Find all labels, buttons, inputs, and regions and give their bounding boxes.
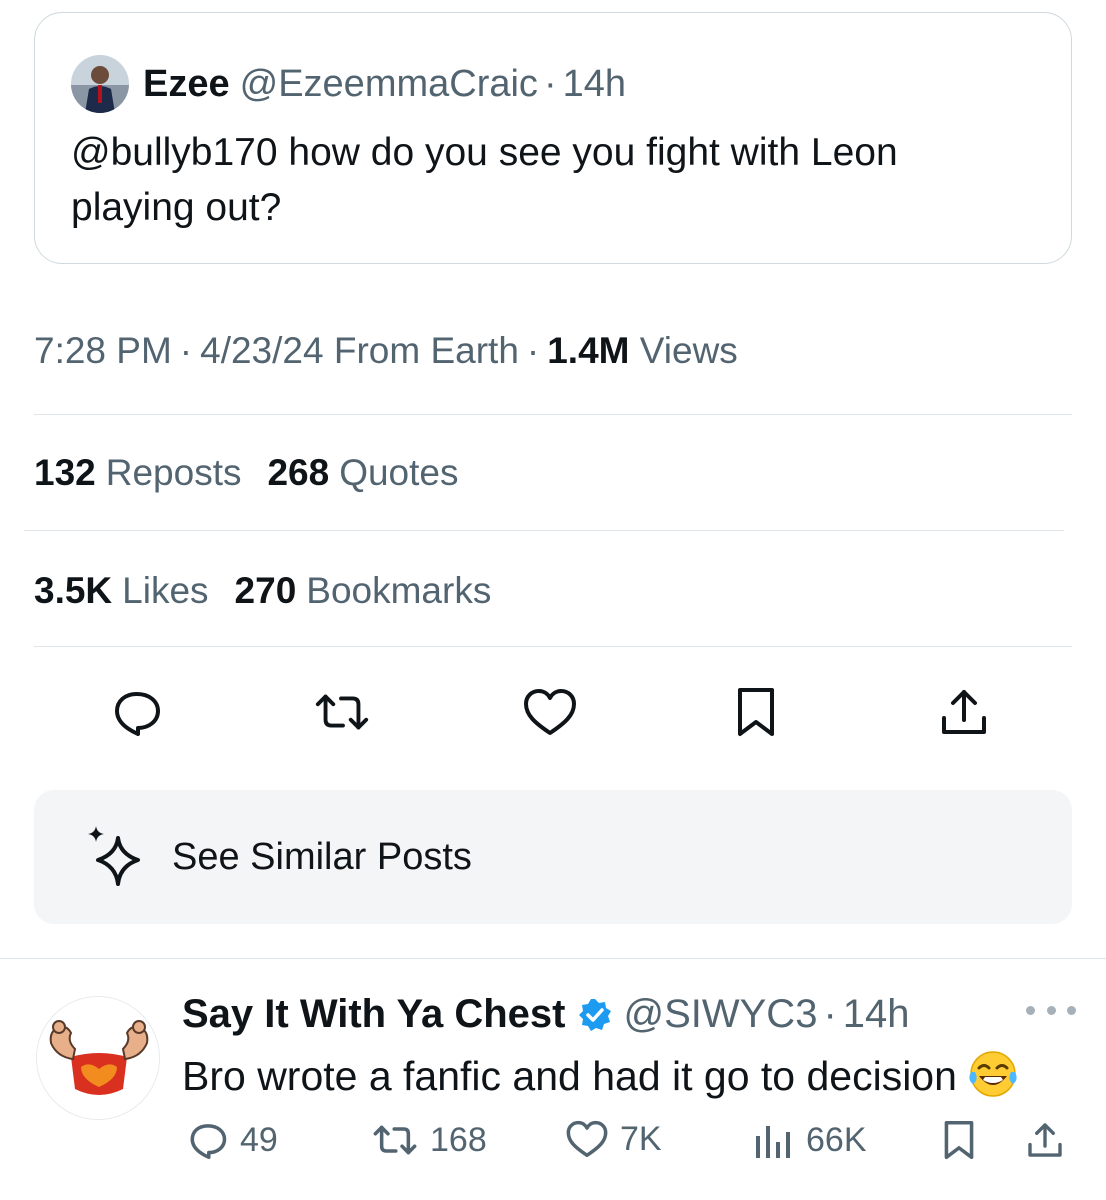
share-icon[interactable] — [934, 682, 994, 742]
tweet-meta-line: 7:28 PM · 4/23/24 From Earth · 1.4M Views — [34, 330, 738, 372]
reply-author-avatar[interactable] — [36, 996, 160, 1120]
sparkle-icon — [82, 824, 148, 895]
repost-icon[interactable] — [312, 682, 372, 742]
share-icon — [1028, 1123, 1062, 1157]
like-icon — [566, 1120, 608, 1158]
bookmarks-label: Bookmarks — [306, 570, 492, 611]
more-options-icon[interactable] — [1026, 1000, 1076, 1020]
bookmark-icon[interactable] — [726, 682, 786, 742]
quoted-tweet-card[interactable]: Ezee @EzeemmaCraic · 14h @bullyb170 how … — [34, 12, 1072, 264]
quotes-stat[interactable]: 268 Quotes — [267, 452, 458, 494]
tweet-date[interactable]: 4/23/24 — [200, 330, 323, 371]
likes-count: 3.5K — [34, 570, 113, 611]
views-label: Views — [639, 330, 738, 371]
divider — [34, 646, 1072, 647]
reply-tweet[interactable]: Say It With Ya Chest @SIWYC3 · 14h Bro w… — [0, 958, 1106, 1200]
reply-like-button[interactable]: 7K — [564, 1118, 662, 1160]
reposts-label: Reposts — [105, 452, 242, 493]
reply-reposts-count: 168 — [430, 1120, 487, 1159]
reply-replies-count: 49 — [240, 1120, 278, 1159]
bookmarks-count: 270 — [234, 570, 297, 611]
divider — [34, 414, 1072, 415]
likes-label: Likes — [122, 570, 209, 611]
views-icon — [756, 1126, 790, 1158]
reply-action-bar: 49 168 7K 66K — [0, 1118, 1106, 1168]
quoted-author-avatar[interactable] — [71, 55, 129, 113]
separator-dot: · — [179, 330, 193, 371]
bookmarks-stat[interactable]: 270 Bookmarks — [235, 570, 492, 612]
reply-author-name[interactable]: Say It With Ya Chest — [182, 992, 565, 1037]
tweet-time[interactable]: 7:28 PM — [34, 330, 172, 371]
reply-bookmark-button[interactable] — [940, 1118, 988, 1162]
separator-dot: · — [526, 330, 540, 371]
quoted-author-name[interactable]: Ezee — [143, 63, 230, 106]
views-count: 1.4M — [547, 330, 630, 371]
likes-stat[interactable]: 3.5K Likes — [34, 570, 209, 612]
reply-views-button[interactable]: 66K — [752, 1118, 867, 1162]
stats-row-likes-bookmarks: 3.5K Likes 270 Bookmarks — [34, 570, 491, 612]
reposts-stat[interactable]: 132 Reposts — [34, 452, 241, 494]
quoted-tweet-time: 14h — [562, 62, 626, 105]
reply-time: 14h — [842, 992, 910, 1036]
reposts-count: 132 — [34, 452, 96, 493]
see-similar-posts-button[interactable]: See Similar Posts — [34, 790, 1072, 924]
see-similar-posts-label: See Similar Posts — [172, 836, 472, 878]
reply-repost-button[interactable]: 168 — [370, 1118, 487, 1162]
reply-views-count: 66K — [806, 1120, 867, 1159]
bookmark-icon — [944, 1120, 974, 1160]
tweet-source: From Earth — [333, 330, 519, 371]
like-icon[interactable] — [520, 682, 580, 742]
quoted-tweet-header: Ezee @EzeemmaCraic · 14h — [71, 55, 626, 113]
reply-text: Bro wrote a fanfic and had it go to deci… — [182, 1048, 1019, 1110]
repost-icon — [373, 1125, 417, 1155]
reply-icon — [190, 1124, 227, 1160]
reply-author-handle[interactable]: @SIWYC3 — [623, 992, 817, 1037]
divider — [24, 530, 1064, 531]
verified-badge-icon — [577, 997, 613, 1033]
tweet-action-bar — [0, 682, 1106, 742]
reply-reply-button[interactable]: 49 — [186, 1118, 278, 1162]
stats-row-reposts-quotes: 132 Reposts 268 Quotes — [34, 452, 459, 494]
reply-text-content: Bro wrote a fanfic and had it go to deci… — [182, 1052, 957, 1099]
quotes-label: Quotes — [339, 452, 459, 493]
reply-share-button[interactable] — [1024, 1118, 1076, 1162]
quoted-tweet-text: @bullyb170 how do you see you fight with… — [71, 131, 898, 229]
quotes-count: 268 — [267, 452, 330, 493]
reply-header: Say It With Ya Chest @SIWYC3 · 14h — [182, 992, 910, 1037]
laughing-tears-emoji-icon — [967, 1048, 1019, 1110]
separator-dot: · — [543, 62, 557, 105]
reply-likes-count: 7K — [620, 1119, 662, 1158]
quoted-author-handle[interactable]: @EzeemmaCraic — [240, 63, 538, 106]
separator-dot: · — [823, 992, 837, 1036]
reply-icon[interactable] — [107, 682, 167, 742]
